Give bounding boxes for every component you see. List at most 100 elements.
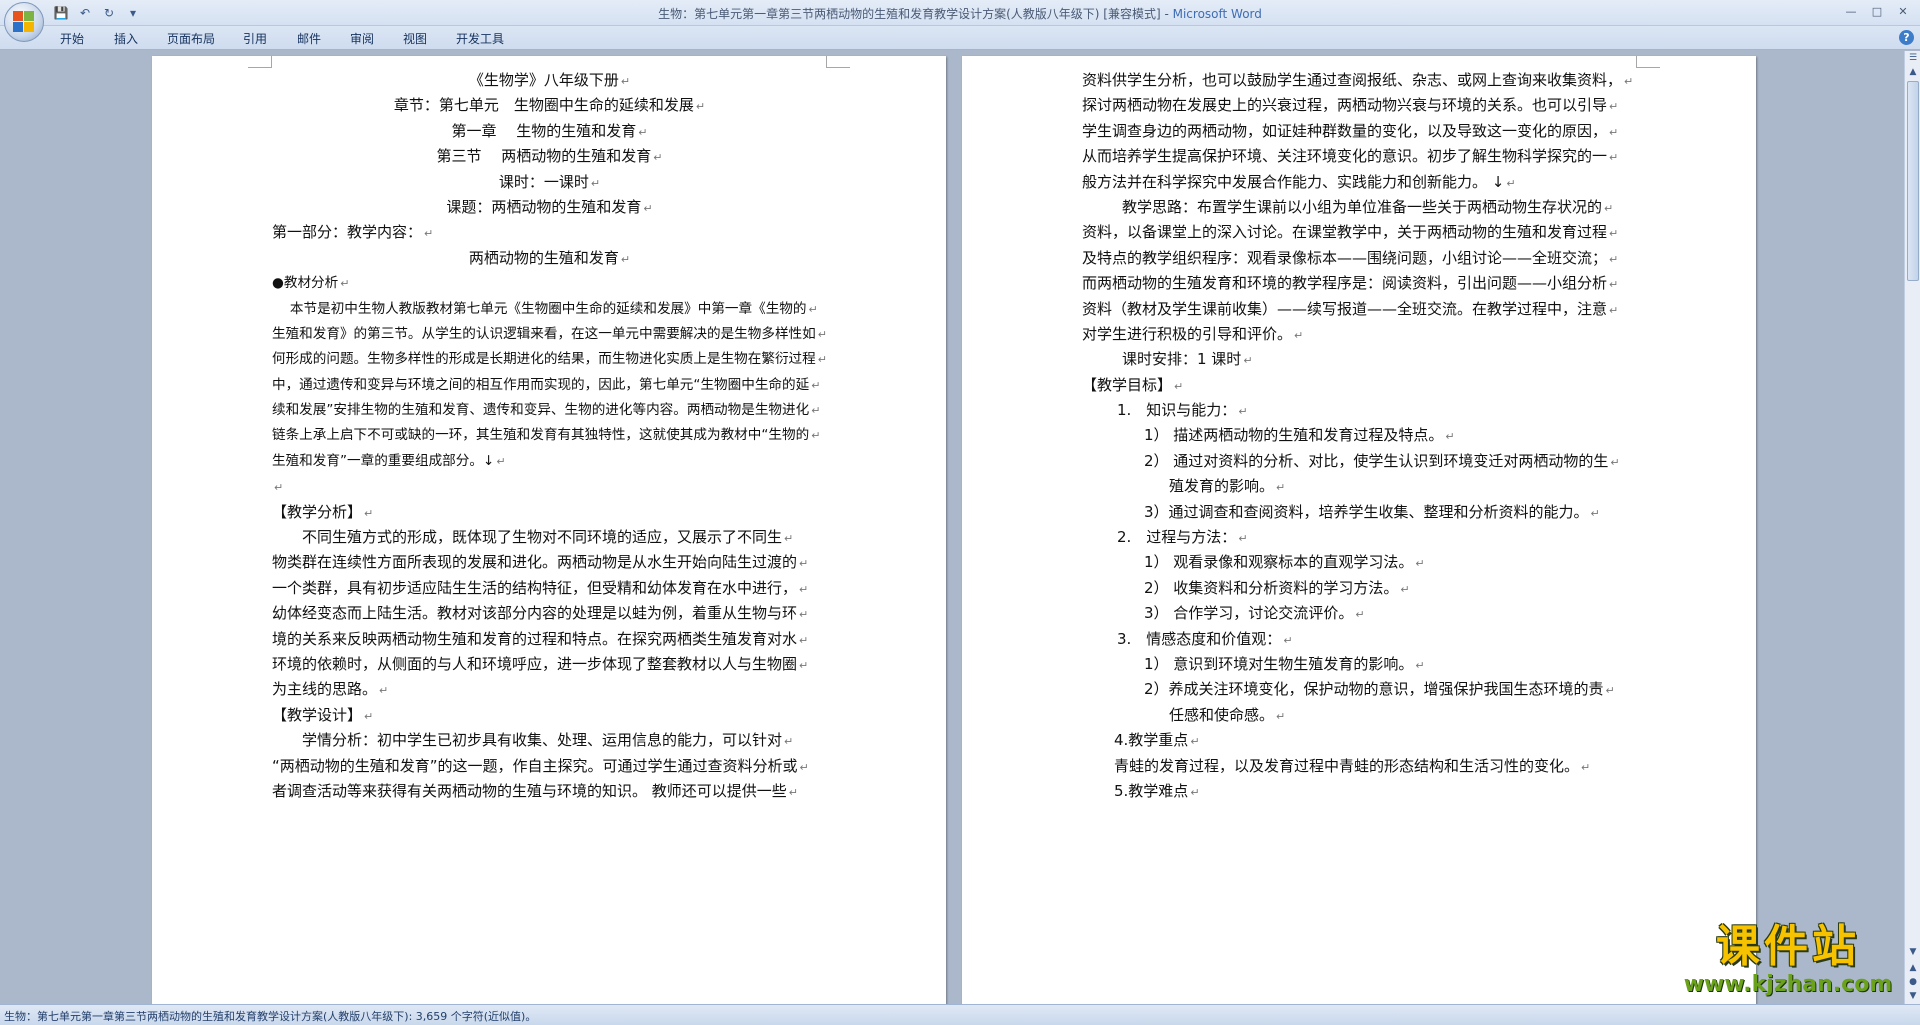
watermark-url: www.kjzhan.com bbox=[1683, 972, 1893, 997]
document-page-left[interactable]: 《生物学》八年级下册 ↵ 章节：第七单元 生物圈中生命的延续和发展 ↵ 第一章 生物的生… bbox=[152, 56, 946, 1004]
text-line: 1） 描述两栖动物的生殖和发育过程及特点。 ↵ bbox=[1082, 423, 1637, 448]
paragraph-mark-icon: ↵ bbox=[1276, 481, 1286, 495]
text-line-content: 资料（教材及学生课前收集）——续写报道——全班交流。在教学过程中，注意 bbox=[1082, 299, 1608, 318]
text-line: 中，通过遗传和变异与环境之间的相互作用而实现的，因此，第七单元“生物圈中生命的延… bbox=[272, 373, 827, 398]
text-line-content: 1. 知识与能力： bbox=[1117, 401, 1237, 420]
paragraph-mark-icon: ↵ bbox=[817, 353, 827, 367]
margin-corner-mark bbox=[248, 56, 272, 68]
text-line-content: 5.教学难点 bbox=[1114, 781, 1189, 800]
text-line: 5.教学难点 ↵ bbox=[1082, 779, 1637, 804]
tab-review[interactable]: 审阅 bbox=[350, 30, 374, 47]
paragraph-mark-icon: ↵ bbox=[1174, 379, 1184, 393]
tab-developer[interactable]: 开发工具 bbox=[456, 30, 504, 47]
ribbon-tabs: 开始 插入 页面布局 引用 邮件 审阅 视图 开发工具 ? bbox=[0, 26, 1920, 50]
paragraph-mark-icon: ↵ bbox=[496, 454, 506, 468]
text-line-content: 资料供学生分析，也可以鼓励学生通过查阅报纸、杂志、或网上查询来收集资料， bbox=[1082, 71, 1623, 89]
text-line: 物类群在连续性方面所表现的发展和进化。两栖动物是从水生开始向陆生过渡的 ↵ bbox=[272, 550, 827, 575]
text-line: 【教学设计】 ↵ bbox=[272, 703, 827, 728]
text-line-content: 4.教学重点 bbox=[1114, 731, 1189, 750]
scroll-down-icon[interactable]: ▼ bbox=[1906, 945, 1920, 959]
application-name: Microsoft Word bbox=[1172, 7, 1262, 21]
tab-mailings[interactable]: 邮件 bbox=[297, 30, 321, 47]
tab-view[interactable]: 视图 bbox=[403, 30, 427, 47]
paragraph-mark-icon: ↵ bbox=[811, 378, 821, 392]
paragraph-mark-icon: ↵ bbox=[1609, 100, 1619, 114]
paragraph-mark-icon: ↵ bbox=[1238, 532, 1248, 546]
text-line-content: 1） 意识到环境对生物生殖发育的影响。 bbox=[1144, 654, 1414, 673]
paragraph-mark-icon: ↵ bbox=[695, 100, 706, 114]
tab-insert[interactable]: 插入 bbox=[114, 30, 138, 47]
text-line-content: 3） 合作学习，讨论交流评价。 bbox=[1144, 604, 1354, 623]
document-page-right[interactable]: 资料供学生分析，也可以鼓励学生通过查阅报纸、杂志、或网上查询来收集资料， ↵ 探讨两… bbox=[962, 56, 1756, 1004]
text-line-content: 2） 通过对资料的分析、对比，使学生认识到环境变迁对两栖动物的生 bbox=[1144, 451, 1609, 470]
text-line-content: 不同生殖方式的形成，既体现了生物对不同环境的适应，又展示了不同生 bbox=[272, 528, 783, 547]
paragraph-mark-icon: ↵ bbox=[1415, 658, 1425, 672]
tab-references[interactable]: 引用 bbox=[243, 30, 267, 47]
text-line-content: “两栖动物的生殖和发育”的这一题，作自主探究。可通过学生通过查资料分析或 bbox=[272, 756, 798, 775]
text-line: 般方法并在科学探究中发展合作能力、实践能力和创新能力。 ↓ ↵ bbox=[1082, 170, 1637, 195]
text-line-content: 者调查活动等来获得有关两栖动物的生殖与环境的知识。 教师还可以提供一些 bbox=[272, 781, 787, 800]
office-button[interactable] bbox=[4, 2, 44, 42]
paragraph-mark-icon: ↵ bbox=[1190, 785, 1200, 799]
text-line: 不同生殖方式的形成，既体现了生物对不同环境的适应，又展示了不同生 ↵ bbox=[272, 525, 827, 550]
browse-object-icon[interactable]: ● bbox=[1906, 975, 1920, 989]
text-line-content: 3. 情感态度和价值观： bbox=[1117, 629, 1282, 648]
left-page-text: 《生物学》八年级下册 ↵ 章节：第七单元 生物圈中生命的延续和发展 ↵ 第一章 生物的生… bbox=[272, 68, 827, 804]
previous-page-icon[interactable]: ▲ bbox=[1906, 961, 1920, 975]
paragraph-mark-icon: ↵ bbox=[1355, 608, 1365, 622]
text-line-content: 何形成的问题。生物多样性的形成是长期进化的结果，而生物进化实质上是生物在繁衍过程 bbox=[272, 351, 816, 368]
text-line-content: 第一部分：教学内容： bbox=[272, 223, 423, 242]
text-line: 章节：第七单元 生物圈中生命的延续和发展 ↵ bbox=[272, 93, 827, 118]
text-line-content: 第一章 生物的生殖和发育 bbox=[451, 121, 637, 140]
paragraph-mark-icon: ↵ bbox=[799, 658, 809, 672]
text-line: 2）养成关注环境变化，保护动物的意识，增强保护我国生态环境的责 ↵ bbox=[1082, 677, 1637, 702]
text-line: 1） 观看录像和观察标本的直观学习法。 ↵ bbox=[1082, 550, 1637, 575]
status-bar: 生物：第七单元第一章第三节两栖动物的生殖和发育教学设计方案(人教版八年级下): … bbox=[0, 1004, 1920, 1025]
text-line-content: 2. 过程与方法： bbox=[1117, 528, 1237, 547]
watermark-title: 课件站 bbox=[1716, 921, 1860, 972]
ruler-toggle-icon[interactable]: ☰ bbox=[1906, 51, 1920, 65]
text-line-content: 青蛙的发育过程，以及发育过程中青蛙的形态结构和生活习性的变化。 bbox=[1114, 756, 1580, 775]
tab-page-layout[interactable]: 页面布局 bbox=[167, 30, 215, 47]
paragraph-mark-icon: ↵ bbox=[1609, 227, 1619, 241]
text-line: 探讨两栖动物在发展史上的兴衰过程，两栖动物兴衰与环境的关系。也可以引导 ↵ bbox=[1082, 93, 1637, 118]
scroll-up-icon[interactable]: ▲ bbox=[1906, 65, 1920, 79]
text-line: 本节是初中生物人教版教材第七单元《生物圈中生命的延续和发展》中第一章《生物的 ↵ bbox=[272, 297, 827, 322]
text-line: 课时：一课时 ↵ bbox=[272, 170, 827, 195]
paragraph-mark-icon: ↵ bbox=[1283, 633, 1293, 647]
paragraph-mark-icon: ↵ bbox=[799, 582, 809, 596]
document-workspace: 《生物学》八年级下册 ↵ 章节：第七单元 生物圈中生命的延续和发展 ↵ 第一章 生物的生… bbox=[0, 51, 1904, 1004]
text-line-content: 链条上承上启下不可或缺的一环，其生殖和发育有其独特性，这就使其成为教材中“生物的 bbox=[272, 427, 810, 444]
scroll-thumb[interactable] bbox=[1907, 81, 1919, 281]
text-line: 对学生进行积极的引导和评价。 ↵ bbox=[1082, 322, 1637, 347]
paragraph-mark-icon: ↵ bbox=[1415, 557, 1425, 571]
maximize-icon[interactable]: □ bbox=[1864, 2, 1890, 20]
vertical-scrollbar[interactable]: ☰ ▲ ▼ ▲ ● ▼ bbox=[1904, 51, 1920, 1004]
minimize-icon[interactable]: — bbox=[1838, 2, 1864, 20]
paragraph-mark-icon: ↵ bbox=[274, 481, 284, 495]
paragraph-mark-icon: ↵ bbox=[653, 151, 663, 165]
right-page-text: 资料供学生分析，也可以鼓励学生通过查阅报纸、杂志、或网上查询来收集资料， ↵ 探讨两… bbox=[1082, 68, 1637, 804]
text-line: 从而培养学生提高保护环境、关注环境变化的意识。初步了解生物科学探究的一 ↵ bbox=[1082, 144, 1637, 169]
text-line-content: 课时安排：1 课时 bbox=[1122, 350, 1242, 369]
text-line-content: 两栖动物的生殖和发育 bbox=[468, 248, 619, 267]
paragraph-mark-icon: ↵ bbox=[1400, 582, 1410, 596]
close-icon[interactable]: ✕ bbox=[1890, 2, 1916, 20]
text-line: 教学思路：布置学生课前以小组为单位准备一些关于两栖动物生存状况的 ↵ bbox=[1082, 195, 1637, 220]
office-logo-icon bbox=[13, 11, 35, 33]
paragraph-mark-icon: ↵ bbox=[808, 302, 818, 316]
help-icon[interactable]: ? bbox=[1899, 30, 1914, 45]
text-line: 学生调查身边的两栖动物，如证娃种群数量的变化，以及导致这一变化的原因， ↵ bbox=[1082, 119, 1637, 144]
paragraph-mark-icon: ↵ bbox=[811, 429, 821, 443]
tab-home[interactable]: 开始 bbox=[60, 30, 84, 47]
text-line-content: 幼体经变态而上陆生活。教材对该部分内容的处理是以蛙为例，着重从生物与环 bbox=[272, 604, 798, 623]
paragraph-mark-icon: ↵ bbox=[784, 532, 794, 546]
text-line: 1. 知识与能力： ↵ bbox=[1082, 398, 1637, 423]
text-line-content: 学生调查身边的两栖动物，如证娃种群数量的变化，以及导致这一变化的原因， bbox=[1082, 121, 1608, 140]
text-line-content: 生殖和发育》的第三节。从学生的认识逻辑来看，在这一单元中需要解决的是生物多样性如 bbox=[272, 325, 816, 342]
next-page-icon[interactable]: ▼ bbox=[1906, 989, 1920, 1003]
paragraph-mark-icon: ↵ bbox=[1238, 405, 1248, 419]
text-line: 学情分析：初中学生已初步具有收集、处理、运用信息的能力，可以针对 ↵ bbox=[272, 728, 827, 753]
window-controls: — □ ✕ bbox=[1838, 2, 1916, 20]
paragraph-mark-icon: ↵ bbox=[1609, 151, 1619, 165]
